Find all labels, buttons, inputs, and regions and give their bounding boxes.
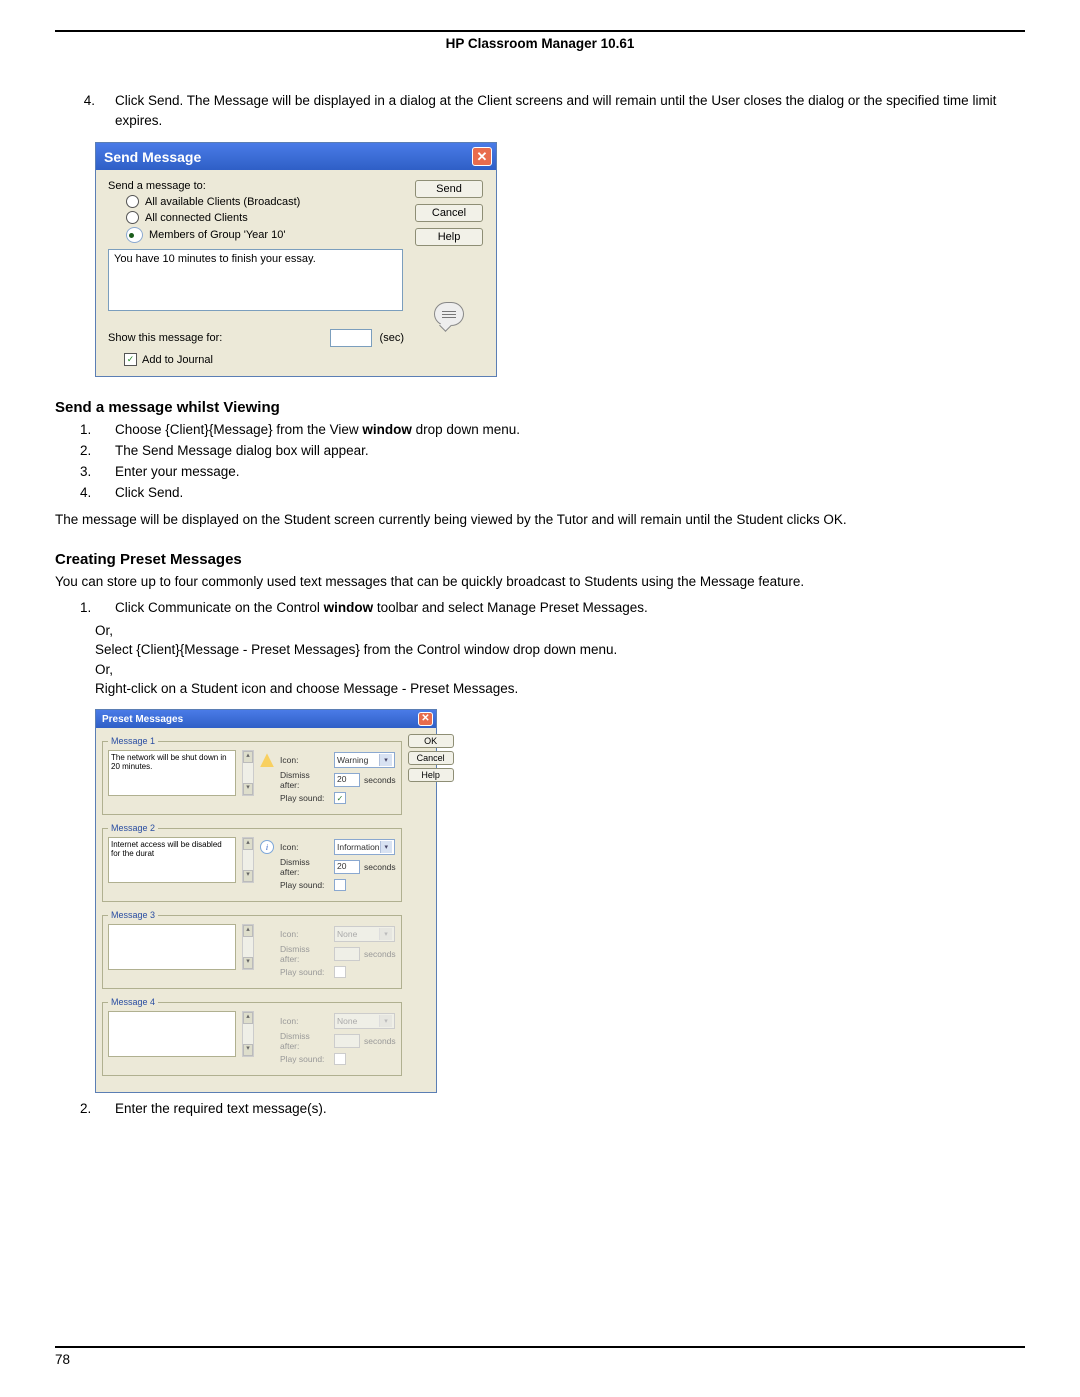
paragraph-text: You can store up to four commonly used t…: [55, 572, 1025, 592]
duration-input[interactable]: [330, 329, 372, 347]
message-2-textarea[interactable]: Internet access will be disabled for the…: [108, 837, 236, 883]
help-button[interactable]: Help: [408, 768, 454, 782]
close-icon[interactable]: ✕: [418, 712, 433, 726]
scrollbar[interactable]: ▴▾: [242, 750, 254, 796]
fieldset-legend: Message 3: [108, 910, 158, 920]
heading-send-message-whilst-viewing: Send a message whilst Viewing: [55, 399, 1025, 416]
icon-select[interactable]: Information▾: [334, 839, 395, 855]
send-message-dialog-screenshot: Send Message ✕ Send a message to: All av…: [95, 142, 1025, 377]
radio-all-available[interactable]: [126, 195, 139, 208]
message-3-group: Message 3 ▴▾ Icon:None▾ Dismiss after:se…: [102, 910, 402, 989]
cancel-button[interactable]: Cancel: [408, 751, 454, 765]
close-icon[interactable]: ✕: [472, 147, 492, 166]
radio-group-members[interactable]: [126, 227, 143, 243]
dismiss-input[interactable]: 20: [334, 860, 360, 874]
message-1-group: Message 1 The network will be shut down …: [102, 736, 402, 815]
or-text: Or,: [95, 662, 1025, 677]
dialog-title: Send Message: [104, 149, 201, 165]
message-3-textarea[interactable]: [108, 924, 236, 970]
doc-header: HP Classroom Manager 10.61: [55, 36, 1025, 51]
scrollbar[interactable]: ▴▾: [242, 1011, 254, 1057]
radio-label: All available Clients (Broadcast): [145, 196, 300, 208]
icon-select: None▾: [334, 926, 395, 942]
play-sound-checkbox[interactable]: ✓: [334, 792, 346, 804]
page-number: 78: [55, 1352, 1025, 1367]
list-item: Click Communicate on the Control window …: [95, 598, 1025, 619]
fieldset-legend: Message 2: [108, 823, 158, 833]
heading-creating-preset-messages: Creating Preset Messages: [55, 551, 1025, 568]
send-button[interactable]: Send: [415, 180, 483, 198]
message-text-input[interactable]: You have 10 minutes to finish your essay…: [108, 249, 403, 311]
paragraph-text: Right-click on a Student icon and choose…: [95, 679, 1025, 699]
list-item: Enter your message.: [95, 462, 1025, 483]
radio-all-connected[interactable]: [126, 211, 139, 224]
play-sound-checkbox: [334, 966, 346, 978]
list-item: The Send Message dialog box will appear.: [95, 441, 1025, 462]
play-sound-checkbox[interactable]: [334, 879, 346, 891]
scrollbar[interactable]: ▴▾: [242, 837, 254, 883]
message-4-group: Message 4 ▴▾ Icon:None▾ Dismiss after:se…: [102, 997, 402, 1076]
list-item-number: 4.: [55, 91, 115, 130]
message-2-group: Message 2 Internet access will be disabl…: [102, 823, 402, 902]
cancel-button[interactable]: Cancel: [415, 204, 483, 222]
checkbox-label: Add to Journal: [142, 354, 213, 366]
paragraph-text: Select {Client}{Message - Preset Message…: [95, 640, 1025, 660]
paragraph-text: Click Send. The Message will be displaye…: [115, 91, 1025, 130]
paragraph-text: The message will be displayed on the Stu…: [55, 510, 1025, 530]
preset-messages-dialog-screenshot: Preset Messages ✕ Message 1 The network …: [95, 709, 1025, 1093]
fieldset-legend: Message 1: [108, 736, 158, 746]
information-icon: i: [260, 840, 274, 854]
play-sound-checkbox: [334, 1053, 346, 1065]
list-item: Choose {Client}{Message} from the View w…: [95, 420, 1025, 441]
icon-select: None▾: [334, 1013, 395, 1029]
speech-bubble-icon: [434, 302, 464, 326]
send-to-label: Send a message to:: [108, 180, 404, 192]
or-text: Or,: [95, 623, 1025, 638]
icon-select[interactable]: Warning▾: [334, 752, 395, 768]
seconds-label: (sec): [380, 332, 404, 344]
dismiss-input: [334, 947, 360, 961]
add-to-journal-checkbox[interactable]: ✓: [124, 353, 137, 366]
show-for-label: Show this message for:: [108, 332, 222, 344]
ok-button[interactable]: OK: [408, 734, 454, 748]
dialog-title: Preset Messages: [102, 714, 183, 725]
radio-label: Members of Group 'Year 10': [149, 229, 285, 241]
warning-icon: [260, 753, 274, 767]
fieldset-legend: Message 4: [108, 997, 158, 1007]
message-1-textarea[interactable]: The network will be shut down in 20 minu…: [108, 750, 236, 796]
list-item: Click Send.: [95, 483, 1025, 504]
radio-label: All connected Clients: [145, 212, 248, 224]
help-button[interactable]: Help: [415, 228, 483, 246]
dismiss-input[interactable]: 20: [334, 773, 360, 787]
list-item: Enter the required text message(s).: [95, 1099, 1025, 1120]
message-4-textarea[interactable]: [108, 1011, 236, 1057]
scrollbar[interactable]: ▴▾: [242, 924, 254, 970]
dismiss-input: [334, 1034, 360, 1048]
